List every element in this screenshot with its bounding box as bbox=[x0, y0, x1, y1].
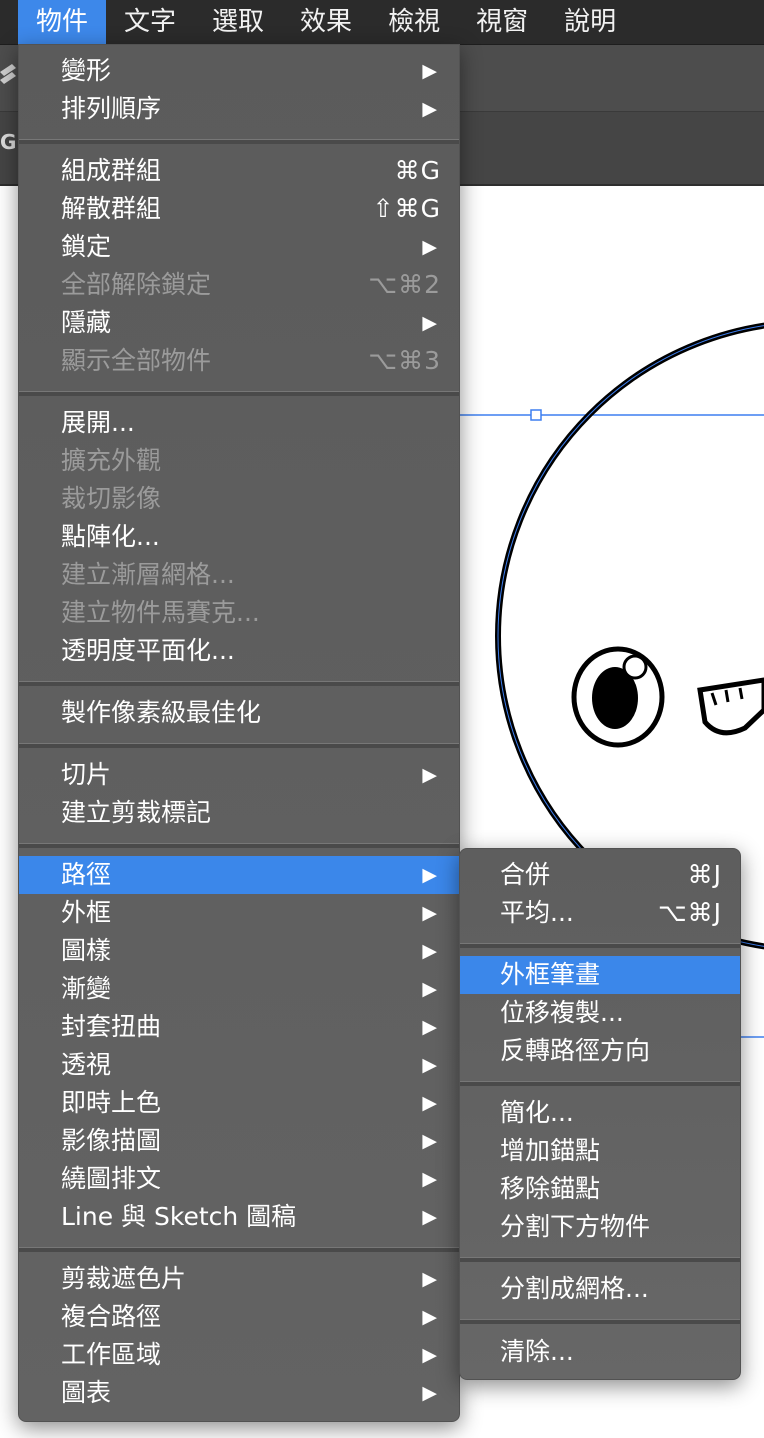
menu-item-crop-image: 裁切影像 bbox=[61, 484, 162, 513]
submenu-arrow-icon: ▶ bbox=[422, 1206, 437, 1228]
submenu-arrow-icon: ▶ bbox=[422, 764, 437, 786]
menu-item-pixel-perfect[interactable]: 製作像素級最佳化 bbox=[19, 694, 459, 732]
menu-item-perspective[interactable]: 透視 ▶ bbox=[19, 1046, 459, 1084]
submenu-arrow-icon: ▶ bbox=[422, 1344, 437, 1366]
menu-item-path[interactable]: 路徑 ▶ bbox=[19, 856, 459, 894]
menu-separator bbox=[460, 1319, 740, 1324]
submenu-item-split-grid[interactable]: 分割成網格... bbox=[460, 1270, 740, 1308]
submenu-arrow-icon: ▶ bbox=[422, 60, 437, 82]
menu-item-group[interactable]: 組成群組 ⌘G bbox=[19, 152, 459, 190]
menu-separator bbox=[460, 943, 740, 948]
path-submenu: 合併 ⌘J 平均... ⌥⌘J 外框筆畫 位移複製... 反轉路徑方向 簡化... … bbox=[459, 848, 741, 1380]
submenu-arrow-icon: ▶ bbox=[422, 1168, 437, 1190]
menu-item-ungroup[interactable]: 解散群組 ⇧⌘G bbox=[19, 190, 459, 228]
menu-item-object-mosaic: 建立物件馬賽克... bbox=[61, 598, 260, 627]
menu-separator bbox=[19, 391, 459, 396]
submenu-arrow-icon: ▶ bbox=[422, 1268, 437, 1290]
menu-item-rasterize[interactable]: 點陣化... bbox=[19, 518, 459, 556]
submenu-arrow-icon: ▶ bbox=[422, 978, 437, 1000]
submenu-arrow-icon: ▶ bbox=[422, 1054, 437, 1076]
shortcut-label: ⌥⌘3 bbox=[368, 346, 441, 375]
menu-separator bbox=[19, 139, 459, 144]
menu-item-hide[interactable]: 隱藏 ▶ bbox=[19, 304, 459, 342]
menu-item-live-paint[interactable]: 即時上色 ▶ bbox=[19, 1084, 459, 1122]
selection-handle bbox=[530, 409, 542, 421]
shortcut-label: ⇧⌘G bbox=[372, 194, 441, 223]
object-menu: 變形 ▶ 排列順序 ▶ 組成群組 ⌘G 解散群組 ⇧⌘G 鎖定 ▶ 全部解除鎖定 ⌥⌘2 隱… bbox=[18, 44, 460, 1422]
submenu-item-offset-path[interactable]: 位移複製... bbox=[460, 994, 740, 1032]
menu-item-shape[interactable]: 外框 ▶ bbox=[19, 894, 459, 932]
menu-item-text-wrap[interactable]: 繞圖排文 ▶ bbox=[19, 1160, 459, 1198]
submenu-item-add-anchor[interactable]: 增加錨點 bbox=[460, 1132, 740, 1170]
submenu-arrow-icon: ▶ bbox=[422, 1306, 437, 1328]
menu-item-transform[interactable]: 變形 ▶ bbox=[19, 52, 459, 90]
menu-item-flatten-transparency[interactable]: 透明度平面化... bbox=[19, 632, 459, 670]
menu-item-image-trace[interactable]: 影像描圖 ▶ bbox=[19, 1122, 459, 1160]
submenu-arrow-icon: ▶ bbox=[422, 902, 437, 924]
shortcut-label: ⌘G bbox=[394, 156, 441, 185]
face-mouth bbox=[697, 677, 764, 736]
menu-item-clipping-mask[interactable]: 剪裁遮色片 ▶ bbox=[19, 1260, 459, 1298]
submenu-item-reverse-direction[interactable]: 反轉路徑方向 bbox=[460, 1032, 740, 1070]
submenu-item-join[interactable]: 合併 ⌘J bbox=[460, 856, 740, 894]
submenu-arrow-icon: ▶ bbox=[422, 1016, 437, 1038]
menu-item-pattern[interactable]: 圖樣 ▶ bbox=[19, 932, 459, 970]
submenu-arrow-icon: ▶ bbox=[422, 940, 437, 962]
menu-item-blend[interactable]: 漸變 ▶ bbox=[19, 970, 459, 1008]
menu-separator bbox=[19, 743, 459, 748]
menu-item-line-sketch[interactable]: Line 與 Sketch 圖稿 ▶ bbox=[19, 1198, 459, 1236]
menu-item-slice[interactable]: 切片 ▶ bbox=[19, 756, 459, 794]
menu-item-unlock-all: 全部解除鎖定 ⌥⌘2 bbox=[19, 266, 459, 304]
shortcut-label: ⌥⌘J bbox=[657, 898, 722, 927]
submenu-arrow-icon: ▶ bbox=[422, 1092, 437, 1114]
menu-item-arrange[interactable]: 排列順序 ▶ bbox=[19, 90, 459, 128]
submenu-arrow-icon: ▶ bbox=[422, 98, 437, 120]
submenu-arrow-icon: ▶ bbox=[422, 864, 437, 886]
menu-item-expand[interactable]: 展開... bbox=[19, 404, 459, 442]
submenu-arrow-icon: ▶ bbox=[422, 312, 437, 334]
submenu-item-clean-up[interactable]: 清除... bbox=[460, 1333, 740, 1371]
submenu-arrow-icon: ▶ bbox=[422, 1130, 437, 1152]
face-eye-shine bbox=[622, 654, 648, 680]
submenu-item-average[interactable]: 平均... ⌥⌘J bbox=[460, 894, 740, 932]
menu-item-compound-path[interactable]: 複合路徑 ▶ bbox=[19, 1298, 459, 1336]
menu-separator bbox=[460, 1257, 740, 1262]
submenu-arrow-icon: ▶ bbox=[422, 1382, 437, 1404]
menu-item-artboards[interactable]: 工作區域 ▶ bbox=[19, 1336, 459, 1374]
menu-item-envelope-distort[interactable]: 封套扭曲 ▶ bbox=[19, 1008, 459, 1046]
menu-item-graph[interactable]: 圖表 ▶ bbox=[19, 1374, 459, 1412]
submenu-arrow-icon: ▶ bbox=[422, 236, 437, 258]
submenu-item-outline-stroke[interactable]: 外框筆畫 bbox=[460, 956, 740, 994]
menu-separator bbox=[19, 843, 459, 848]
menu-item-expand-appearance: 擴充外觀 bbox=[61, 446, 162, 475]
shortcut-label: ⌘J bbox=[687, 860, 722, 889]
menu-item-show-all: 顯示全部物件 ⌥⌘3 bbox=[19, 342, 459, 380]
submenu-item-simplify[interactable]: 簡化... bbox=[460, 1094, 740, 1132]
menu-item-lock[interactable]: 鎖定 ▶ bbox=[19, 228, 459, 266]
menu-item-gradient-mesh: 建立漸層網格... bbox=[61, 560, 235, 589]
menu-separator bbox=[460, 1081, 740, 1086]
shortcut-label: ⌥⌘2 bbox=[368, 270, 441, 299]
submenu-item-remove-anchor[interactable]: 移除錨點 bbox=[460, 1170, 740, 1208]
submenu-item-divide-below[interactable]: 分割下方物件 bbox=[460, 1208, 740, 1246]
menu-separator bbox=[19, 681, 459, 686]
menu-separator bbox=[19, 1247, 459, 1252]
menu-item-trim-marks[interactable]: 建立剪裁標記 bbox=[19, 794, 459, 832]
